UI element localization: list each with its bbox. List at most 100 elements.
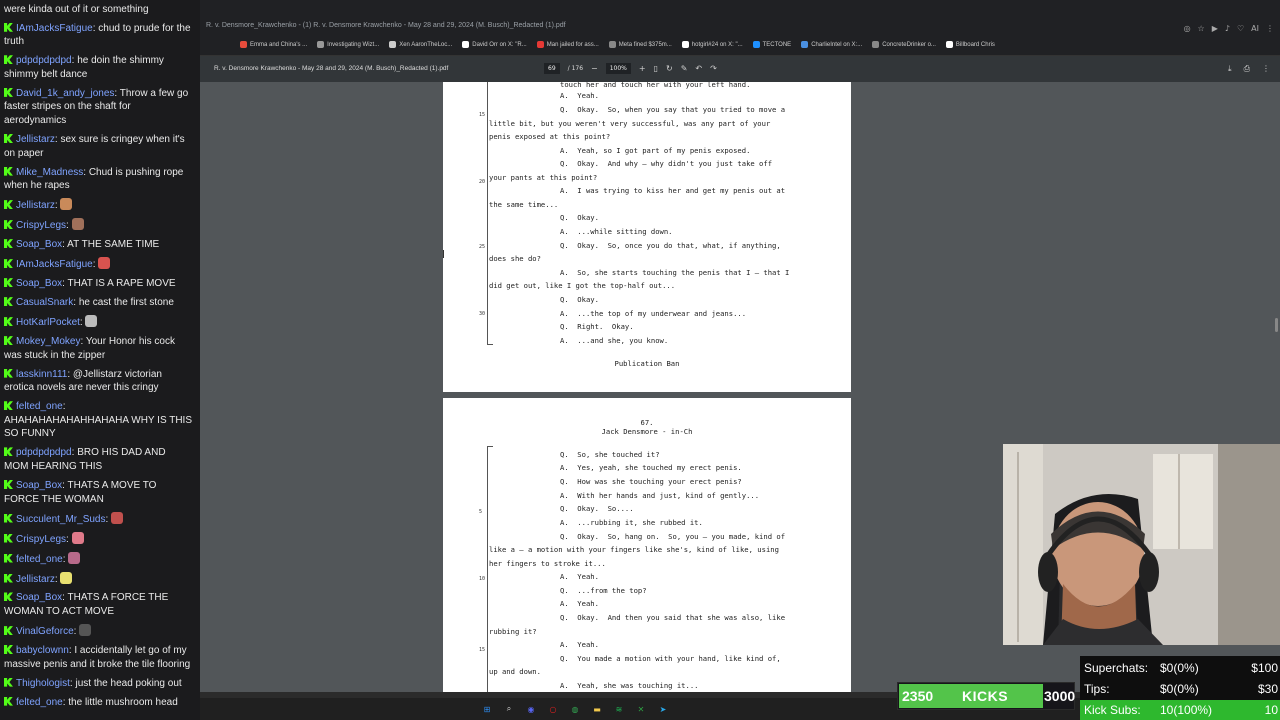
kick-badge-icon xyxy=(4,513,13,523)
undo-icon[interactable]: ↶ xyxy=(695,64,702,73)
favorite-icon[interactable]: ♡ xyxy=(1237,24,1244,33)
windows-icon[interactable]: ⊞ xyxy=(482,704,493,715)
chat-username[interactable]: David_1k_andy_jones xyxy=(16,88,114,99)
download-icon[interactable]: ⤓ xyxy=(1228,64,1232,74)
kick-badge-icon xyxy=(4,479,13,489)
chat-username[interactable]: IAmJacksFatigue xyxy=(16,259,93,270)
bookmark-item[interactable]: Emma and China's ... xyxy=(240,41,307,48)
title-bar: R. v. Densmore_Krawchenko - (1) R. v. De… xyxy=(200,0,1280,34)
chat-username[interactable]: Thighologist xyxy=(16,678,70,689)
search-icon[interactable]: ⌕ xyxy=(504,704,515,715)
chat-message: babyclownn: I accidentally let go of my … xyxy=(0,641,196,674)
chat-username[interactable]: IAmJacksFatigue xyxy=(16,23,93,34)
chat-message: CrispyLegs: xyxy=(0,529,196,549)
more-options-icon[interactable]: ⋮ xyxy=(1262,64,1270,74)
chrome-icon[interactable]: ◍ xyxy=(570,704,581,715)
bookmark-item[interactable]: Investigating Wizt... xyxy=(317,41,379,48)
zoom-in-icon[interactable]: + xyxy=(639,64,646,73)
page-footer: Publication Ban xyxy=(614,359,680,368)
transcript-line: little bit, but you weren't very success… xyxy=(489,119,771,128)
chat-username[interactable]: CasualSnark xyxy=(16,297,73,308)
kick-badge-icon xyxy=(4,220,13,230)
ai-icon[interactable]: AI xyxy=(1251,24,1259,33)
margin-bar-end xyxy=(487,344,493,345)
pdf-controls: 69 / 176 − 100% + ▯ ↻ ✎ ↶ ↷ xyxy=(544,63,717,74)
bookmark-item[interactable]: hotgirl#24 on X: "... xyxy=(681,41,743,48)
zoom-out-icon[interactable]: − xyxy=(591,64,598,73)
kicks-goal-bar: 2350 KICKS 3000 xyxy=(897,682,1075,710)
chat-message: Thighologist: just the head poking out xyxy=(0,674,196,693)
print-icon[interactable]: ⎙ xyxy=(1244,64,1250,74)
kicks-goal: 3000 xyxy=(1044,688,1076,704)
bookmark-item[interactable]: ConcreteDrinker o... xyxy=(872,41,936,48)
menu-icon[interactable]: ⋮ xyxy=(1266,24,1274,33)
chat-username[interactable]: Soap_Box xyxy=(16,592,62,603)
bookmark-item[interactable]: David Orr on X: "R... xyxy=(462,41,527,48)
page-number-input[interactable]: 69 xyxy=(544,63,560,74)
scrollbar-thumb[interactable] xyxy=(1275,318,1278,332)
kick-badge-icon xyxy=(4,573,13,583)
chat-username[interactable]: CrispyLegs xyxy=(16,534,66,545)
bookmark-item[interactable]: Man jailed for ass... xyxy=(536,41,599,48)
fit-page-icon[interactable]: ▯ xyxy=(654,64,658,73)
chat-emote-icon xyxy=(71,218,84,231)
chat-username[interactable]: Succulent_Mr_Suds xyxy=(16,514,106,525)
chat-username[interactable]: felted_one xyxy=(16,554,63,565)
kick-badge-icon xyxy=(4,368,13,378)
bookmark-item[interactable]: Billboard Chris xyxy=(945,41,995,48)
address-bar[interactable]: R. v. Densmore_Krawchenko - (1) R. v. De… xyxy=(206,22,566,29)
play-icon[interactable]: ▶ xyxy=(1212,24,1218,33)
kick-badge-icon xyxy=(4,696,13,706)
chat-username[interactable]: CrispyLegs xyxy=(16,220,66,231)
kick-badge-icon xyxy=(4,259,13,269)
kick-badge-icon xyxy=(4,626,13,636)
draw-icon[interactable]: ✎ xyxy=(681,64,688,73)
kicks-label: KICKS xyxy=(962,688,1009,704)
pdf-title: R. v. Densmore Krawchenko - May 28 and 2… xyxy=(214,65,449,72)
chat-username[interactable]: pdpdpdpdpd xyxy=(16,447,72,458)
folder-icon[interactable]: ▬ xyxy=(592,704,603,715)
zoom-level[interactable]: 100% xyxy=(605,63,631,74)
chat-text: just the head poking out xyxy=(75,677,182,689)
chat-username[interactable]: Jellistarz xyxy=(16,200,55,211)
chat-username[interactable]: HotKarlPocket xyxy=(16,317,80,328)
bookmark-label: David Orr on X: "R... xyxy=(472,41,527,48)
bookmark-item[interactable]: Xen AaronTheLoc... xyxy=(389,41,452,48)
spotify-icon[interactable]: ≋ xyxy=(614,704,625,715)
line-number: 20 xyxy=(479,179,486,185)
transcript-line: does she do? xyxy=(489,254,541,263)
goal-label: Superchats: xyxy=(1084,661,1149,675)
xbox-icon[interactable]: ✕ xyxy=(636,704,647,715)
chat-username[interactable]: lasskinn111 xyxy=(16,369,67,380)
transcript-line: A. ...and she, you know. xyxy=(560,336,669,345)
chat-username[interactable]: babyclownn xyxy=(16,645,69,656)
bookmark-label: hotgirl#24 on X: "... xyxy=(691,41,743,48)
chat-username[interactable]: Soap_Box xyxy=(16,239,62,250)
chat-username[interactable]: Jellistarz xyxy=(16,574,55,585)
bookmark-item[interactable]: TECTONE xyxy=(752,41,791,48)
kick-badge-icon xyxy=(4,87,13,97)
rotate-icon[interactable]: ↻ xyxy=(666,64,673,73)
telegram-icon[interactable]: ➤ xyxy=(658,704,669,715)
redo-icon[interactable]: ↷ xyxy=(710,64,717,73)
volume-icon[interactable]: ♪ xyxy=(1225,24,1230,33)
chat-username[interactable]: VinalGeforce xyxy=(16,626,74,637)
chat-username[interactable]: pdpdpdpdpd xyxy=(16,55,72,66)
extensions-icon[interactable]: ◎ xyxy=(1184,24,1191,33)
transcript-line: Q. Okay. xyxy=(560,213,599,222)
bookmark-item[interactable]: CharlieIntel on X:... xyxy=(801,41,862,48)
bookmark-item[interactable]: Meta fined $375m... xyxy=(608,41,672,48)
chat-username[interactable]: Soap_Box xyxy=(16,278,62,289)
chat-username[interactable]: Jellistarz xyxy=(16,134,55,145)
chat-panel: said that they were both doing tent and … xyxy=(0,0,200,720)
opera-icon[interactable]: ○ xyxy=(548,704,559,715)
chat-username[interactable]: Mike_Madness xyxy=(16,167,83,178)
chat-username[interactable]: felted_one xyxy=(16,697,63,708)
chat-username[interactable]: Soap_Box xyxy=(16,480,62,491)
bookmark-icon[interactable]: ☆ xyxy=(1198,24,1205,33)
chat-message: felted_one: xyxy=(0,549,196,569)
discord-icon[interactable]: ◉ xyxy=(526,704,537,715)
transcript-line: Q. Right. Okay. xyxy=(560,322,634,331)
chat-username[interactable]: felted_one xyxy=(16,401,63,412)
chat-username[interactable]: Mokey_Mokey xyxy=(16,336,80,347)
